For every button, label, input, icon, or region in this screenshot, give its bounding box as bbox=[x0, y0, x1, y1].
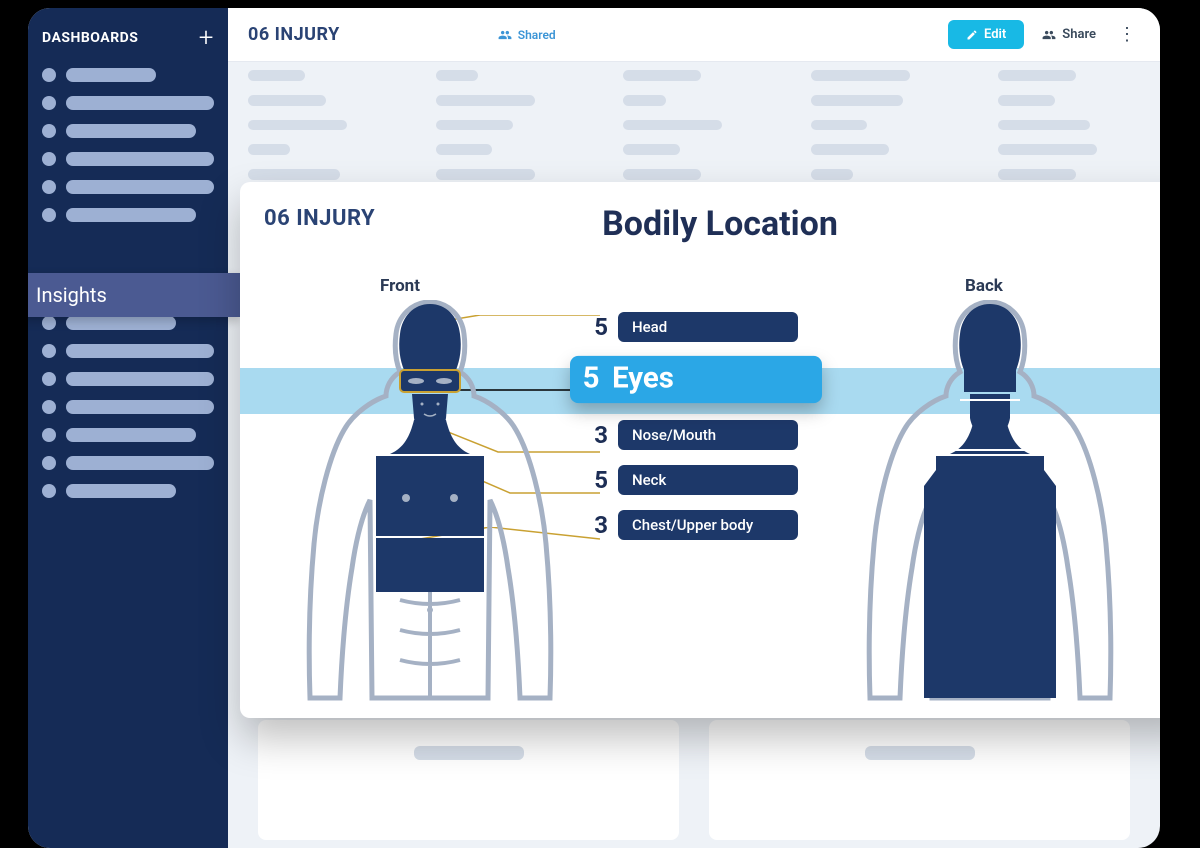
sidebar-item[interactable] bbox=[42, 428, 214, 442]
legend-label: Head bbox=[618, 312, 798, 342]
insights-tab[interactable]: Insights bbox=[28, 273, 240, 317]
legend-item-nosemouth[interactable]: 3 Nose/Mouth bbox=[580, 420, 816, 450]
body-location-card: 06 INJURY Bodily Location Front Back bbox=[240, 182, 1160, 718]
legend-label: Eyes bbox=[612, 360, 674, 395]
legend-item-eyes[interactable]: 5 Eyes bbox=[570, 356, 822, 403]
body-back[interactable] bbox=[860, 300, 1120, 722]
sidebar-item[interactable] bbox=[42, 456, 214, 470]
legend-label: Chest/Upper body bbox=[618, 510, 798, 540]
topbar: 06 INJURY Shared Edit Share ⋮ bbox=[228, 8, 1160, 62]
sidebar: DASHBOARDS + bbox=[28, 8, 228, 848]
card-title: Bodily Location bbox=[240, 204, 1160, 244]
legend: 5 Head 5 Eyes 3 Nose/Mouth 5 Neck 3 Ches… bbox=[580, 312, 816, 555]
page-title: 06 INJURY bbox=[248, 24, 340, 45]
pencil-icon bbox=[966, 29, 978, 41]
sidebar-item[interactable] bbox=[42, 68, 214, 82]
skeleton-placeholder bbox=[248, 70, 1140, 180]
sidebar-item[interactable] bbox=[42, 344, 214, 358]
shared-badge: Shared bbox=[498, 28, 556, 42]
legend-item-neck[interactable]: 5 Neck bbox=[580, 465, 816, 495]
people-icon bbox=[498, 28, 512, 42]
legend-count: 5 bbox=[580, 466, 608, 494]
sidebar-item[interactable] bbox=[42, 372, 214, 386]
sidebar-item[interactable] bbox=[42, 208, 214, 222]
sidebar-item[interactable] bbox=[42, 152, 214, 166]
legend-count: 5 bbox=[583, 360, 600, 395]
more-menu-icon[interactable]: ⋮ bbox=[1114, 24, 1140, 45]
legend-count: 3 bbox=[580, 421, 608, 449]
sidebar-item[interactable] bbox=[42, 180, 214, 194]
legend-pill-highlight: 5 Eyes bbox=[570, 356, 822, 403]
edit-label: Edit bbox=[984, 27, 1006, 42]
sidebar-item[interactable] bbox=[42, 316, 214, 330]
body-front[interactable] bbox=[300, 300, 560, 722]
share-label: Share bbox=[1062, 27, 1096, 42]
legend-item-chest[interactable]: 3 Chest/Upper body bbox=[580, 510, 816, 540]
sidebar-item[interactable] bbox=[42, 400, 214, 414]
legend-item-head[interactable]: 5 Head bbox=[580, 312, 816, 342]
legend-count: 5 bbox=[580, 313, 608, 341]
sidebar-title: DASHBOARDS bbox=[42, 30, 138, 46]
people-icon bbox=[1042, 28, 1056, 42]
add-dashboard-icon[interactable]: + bbox=[199, 28, 214, 48]
sidebar-item[interactable] bbox=[42, 484, 214, 498]
sidebar-header: DASHBOARDS + bbox=[42, 28, 214, 48]
placeholder-card bbox=[709, 720, 1130, 840]
bottom-cards bbox=[258, 720, 1130, 840]
sidebar-item[interactable] bbox=[42, 124, 214, 138]
app-window: DASHBOARDS + Insights 06 INJURY Shared E… bbox=[28, 8, 1160, 848]
legend-count: 3 bbox=[580, 511, 608, 539]
legend-label: Nose/Mouth bbox=[618, 420, 798, 450]
back-view-label: Back bbox=[965, 276, 1003, 296]
shared-label: Shared bbox=[518, 28, 556, 42]
placeholder-card bbox=[258, 720, 679, 840]
edit-button[interactable]: Edit bbox=[948, 20, 1024, 49]
front-view-label: Front bbox=[380, 276, 420, 296]
insights-label: Insights bbox=[36, 283, 107, 307]
share-button[interactable]: Share bbox=[1042, 27, 1096, 42]
sidebar-item[interactable] bbox=[42, 96, 214, 110]
legend-label: Neck bbox=[618, 465, 798, 495]
